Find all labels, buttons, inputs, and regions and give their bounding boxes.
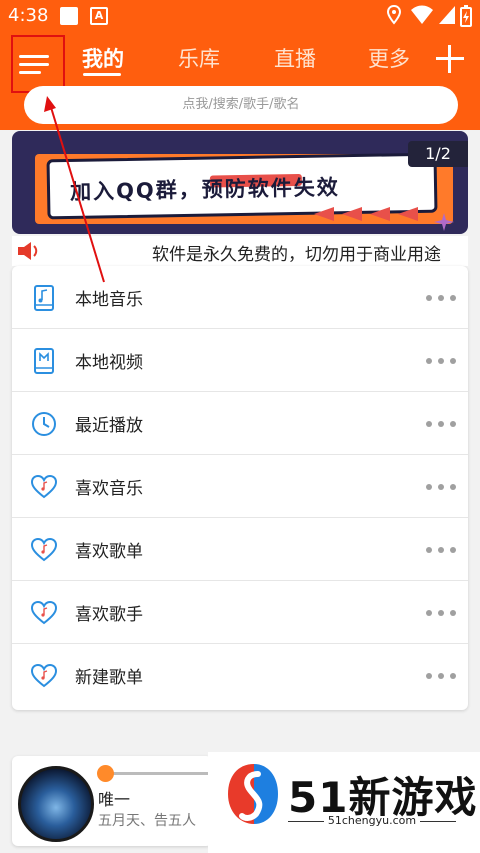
annotation-arrow: [44, 96, 105, 283]
